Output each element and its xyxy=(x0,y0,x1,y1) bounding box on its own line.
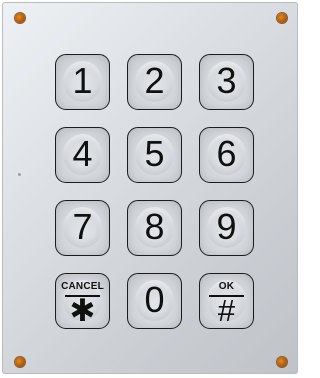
key-label: 1 xyxy=(72,60,93,101)
key-caption: OK xyxy=(218,281,235,292)
key-label: 6 xyxy=(216,133,237,174)
key-5[interactable]: 5 xyxy=(127,127,182,183)
keypad-plate: 1 2 3 4 5 6 7 8 9 CANCEL ✱ 0 OK # xyxy=(2,2,298,374)
mounting-hole-top-left xyxy=(15,13,25,23)
mounting-hole-bottom-left xyxy=(15,357,25,367)
surface-mark xyxy=(18,173,21,176)
key-9[interactable]: 9 xyxy=(199,200,254,256)
key-2[interactable]: 2 xyxy=(127,54,182,110)
key-label: 9 xyxy=(216,206,237,247)
key-ok[interactable]: OK # xyxy=(199,273,254,329)
key-1[interactable]: 1 xyxy=(55,54,110,110)
key-3[interactable]: 3 xyxy=(199,54,254,110)
key-8[interactable]: 8 xyxy=(127,200,182,256)
key-caption: CANCEL xyxy=(61,281,104,292)
key-label: 5 xyxy=(144,133,165,174)
key-label: 4 xyxy=(72,133,93,174)
mounting-hole-top-right xyxy=(277,13,287,23)
mounting-hole-bottom-right xyxy=(277,357,287,367)
key-label: 8 xyxy=(144,206,165,247)
key-label: 3 xyxy=(216,60,237,101)
hash-icon: # xyxy=(217,293,236,328)
key-6[interactable]: 6 xyxy=(199,127,254,183)
key-7[interactable]: 7 xyxy=(55,200,110,256)
key-0[interactable]: 0 xyxy=(127,273,182,329)
key-cancel[interactable]: CANCEL ✱ xyxy=(55,273,110,329)
key-label: 2 xyxy=(144,60,165,101)
key-label: 7 xyxy=(72,206,93,247)
asterisk-icon: ✱ xyxy=(69,293,96,328)
key-4[interactable]: 4 xyxy=(55,127,110,183)
key-label: 0 xyxy=(144,279,165,320)
